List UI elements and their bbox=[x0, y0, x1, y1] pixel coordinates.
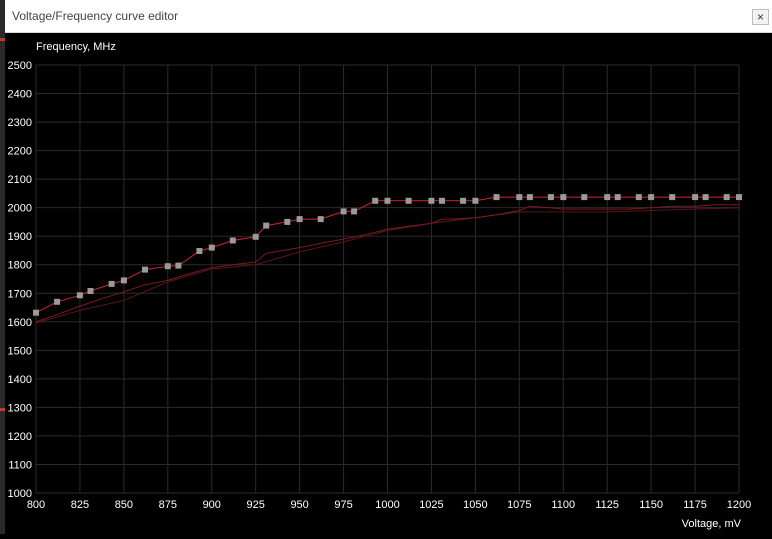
curve-point-handle[interactable] bbox=[372, 197, 379, 204]
y-tick-label: 1300 bbox=[8, 402, 32, 414]
curve-point-handle[interactable] bbox=[635, 194, 642, 201]
x-axis-ticks: 800 825 850 875 900 925 950 975 1000 1025 1050 1075… bbox=[27, 499, 751, 511]
curve-point-handle[interactable] bbox=[284, 218, 291, 225]
x-tick-label: 925 bbox=[247, 499, 265, 511]
curve-point-handle[interactable] bbox=[87, 288, 94, 294]
curve-point-handle[interactable] bbox=[340, 208, 347, 215]
curve-point-handle[interactable] bbox=[108, 280, 115, 287]
curve-point-handle[interactable] bbox=[164, 263, 171, 270]
curve-point-handle[interactable] bbox=[604, 194, 611, 201]
close-button[interactable]: × bbox=[752, 9, 769, 25]
y-tick-label: 2300 bbox=[8, 117, 32, 129]
curve-point-handle[interactable] bbox=[33, 309, 39, 316]
curve-point-handle[interactable] bbox=[648, 194, 655, 201]
curve-point-handle[interactable] bbox=[428, 197, 435, 204]
curve-point-handle[interactable] bbox=[526, 194, 533, 201]
x-tick-label: 800 bbox=[27, 499, 45, 511]
curve-point-handle[interactable] bbox=[669, 194, 676, 201]
curve-point-handle[interactable] bbox=[460, 197, 467, 204]
curve-point-handle[interactable] bbox=[252, 233, 259, 240]
y-tick-label: 2200 bbox=[8, 146, 32, 158]
curve-point-handle[interactable] bbox=[120, 277, 127, 284]
y-axis-ticks: 1000110012001300140015001600170018001900… bbox=[8, 60, 32, 500]
x-tick-label: 1150 bbox=[639, 499, 663, 511]
x-tick-label: 1175 bbox=[683, 499, 707, 511]
curve-point-handle[interactable] bbox=[547, 194, 554, 201]
curve-point-handle[interactable] bbox=[76, 292, 83, 299]
curve-point-handle[interactable] bbox=[263, 222, 270, 229]
y-tick-label: 1200 bbox=[8, 431, 32, 443]
vf-curve-editor-window: Voltage/Frequency curve editor × 1000 110… bbox=[5, 0, 772, 534]
curve-point-handle[interactable] bbox=[493, 194, 500, 201]
x-tick-label: 825 bbox=[71, 499, 89, 511]
window-title: Voltage/Frequency curve editor bbox=[12, 9, 179, 23]
curve-point-handle[interactable] bbox=[560, 194, 567, 201]
curve-point-handle[interactable] bbox=[692, 194, 699, 201]
x-tick-label: 1025 bbox=[419, 499, 443, 511]
curve-point-handle[interactable] bbox=[723, 194, 730, 201]
x-tick-label: 1050 bbox=[463, 499, 487, 511]
y-tick-label: 2500 bbox=[8, 60, 32, 72]
x-tick-label: 1125 bbox=[595, 499, 619, 511]
x-tick-label: 900 bbox=[203, 499, 221, 511]
y-tick-label: 2100 bbox=[8, 174, 32, 186]
vf-curve-plot[interactable]: 1000 1100 1200 1300 1400 1500 1600 1700 1800 1900… bbox=[5, 33, 772, 534]
curve-point-handle[interactable] bbox=[405, 197, 412, 204]
chart-grid bbox=[35, 64, 740, 494]
y-axis-label: Frequency, MHz bbox=[36, 41, 116, 53]
x-tick-label: 950 bbox=[290, 499, 308, 511]
curve-point-handle[interactable] bbox=[208, 244, 215, 251]
y-tick-label: 1400 bbox=[8, 374, 32, 386]
title-bar[interactable]: Voltage/Frequency curve editor × bbox=[5, 0, 772, 33]
y-tick-label: 1500 bbox=[8, 345, 32, 357]
x-tick-label: 1075 bbox=[507, 499, 531, 511]
close-icon: × bbox=[756, 10, 764, 24]
curve-point-handle[interactable] bbox=[736, 194, 742, 201]
curve-point-handle[interactable] bbox=[296, 216, 303, 223]
curve-point-handle[interactable] bbox=[384, 197, 391, 204]
curve-point-handle[interactable] bbox=[229, 237, 236, 244]
y-tick-label: 2400 bbox=[8, 89, 32, 101]
curve-point-handle[interactable] bbox=[581, 194, 588, 201]
curve-point-handle[interactable] bbox=[54, 298, 61, 305]
curve-point-handle[interactable] bbox=[702, 194, 709, 201]
vf-curve-chart[interactable]: 1000 1100 1200 1300 1400 1500 1600 1700 1800 1900… bbox=[5, 33, 772, 534]
y-tick-label: 2000 bbox=[8, 203, 32, 215]
x-axis-label: Voltage, mV bbox=[682, 518, 742, 530]
curve-point-handle[interactable] bbox=[614, 194, 621, 201]
y-tick-label: 1800 bbox=[8, 260, 32, 272]
y-tick-label: 1100 bbox=[8, 459, 32, 471]
curve-point-handle[interactable] bbox=[175, 262, 182, 269]
y-tick-label: 1700 bbox=[8, 288, 32, 300]
x-tick-label: 1000 bbox=[375, 499, 399, 511]
x-tick-label: 850 bbox=[115, 499, 133, 511]
x-tick-label: 1100 bbox=[551, 499, 575, 511]
curve-point-handle[interactable] bbox=[351, 208, 358, 215]
y-tick-label: 1600 bbox=[8, 317, 32, 329]
curve-point-handle[interactable] bbox=[439, 197, 445, 204]
curve-point-handle[interactable] bbox=[196, 248, 203, 254]
curve-point-handle[interactable] bbox=[472, 197, 479, 204]
x-tick-label: 1200 bbox=[727, 499, 751, 511]
curve-point-handle[interactable] bbox=[516, 194, 523, 201]
x-tick-label: 875 bbox=[159, 499, 177, 511]
curve-point-handle[interactable] bbox=[142, 266, 148, 273]
y-tick-label: 1900 bbox=[8, 231, 32, 243]
x-tick-label: 975 bbox=[334, 499, 352, 511]
curve-point-handle[interactable] bbox=[317, 216, 324, 223]
